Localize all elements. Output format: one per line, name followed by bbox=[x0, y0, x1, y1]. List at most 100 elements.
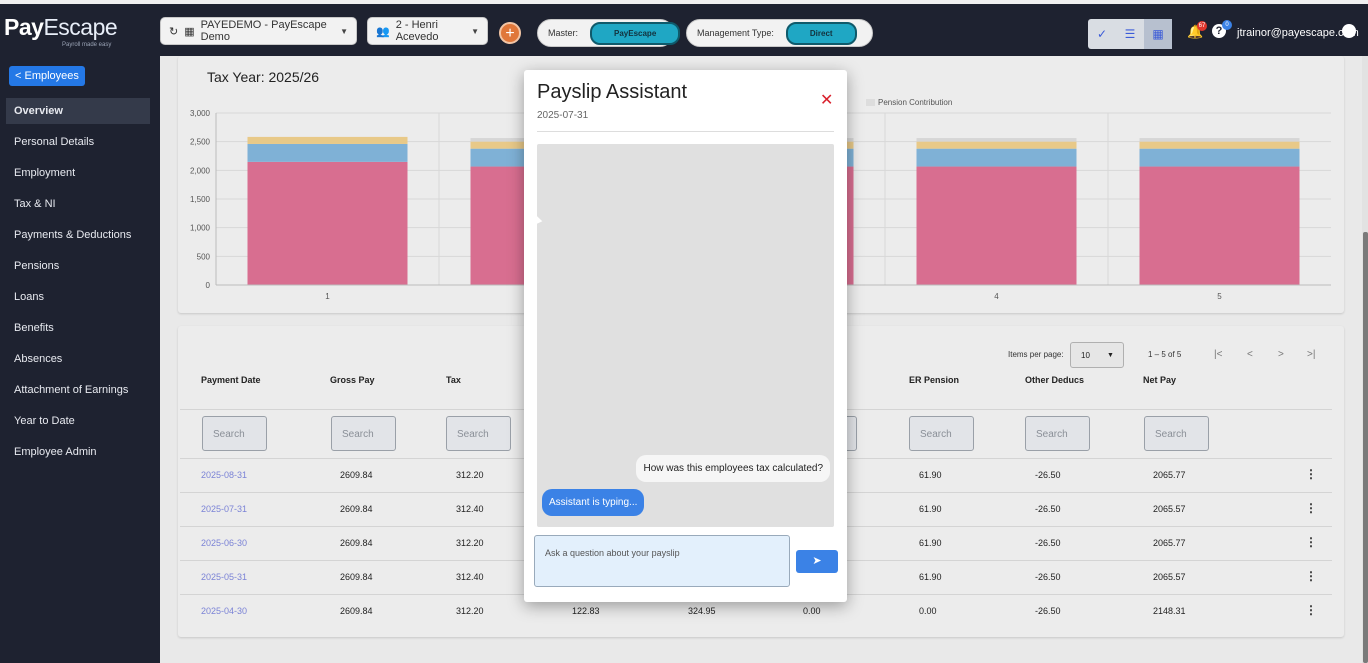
sidebar-item-benefits[interactable]: Benefits bbox=[6, 315, 150, 341]
header-er-pension[interactable]: ER Pension bbox=[909, 375, 959, 385]
employee-select-value: 2 - Henri Acevedo bbox=[395, 19, 439, 43]
chat-messages[interactable]: How was this employees tax calculated? A… bbox=[537, 144, 834, 527]
row-net-pay: 2065.77 bbox=[1153, 470, 1186, 480]
row-net-pay: 2148.31 bbox=[1153, 606, 1186, 616]
row-tax: 312.40 bbox=[456, 572, 484, 582]
row-menu-icon[interactable]: ⋮ bbox=[1305, 467, 1317, 481]
row-gross-pay: 2609.84 bbox=[340, 572, 373, 582]
row-other-deducs: -26.50 bbox=[1035, 538, 1061, 548]
header-net-pay[interactable]: Net Pay bbox=[1143, 375, 1176, 385]
row-net-pay: 2065.57 bbox=[1153, 572, 1186, 582]
last-page-icon[interactable]: >| bbox=[1307, 349, 1315, 360]
items-per-page-value: 10 bbox=[1081, 351, 1090, 360]
search-other-deducs[interactable]: Search bbox=[1025, 416, 1090, 451]
question-input[interactable]: Ask a question about your payslip bbox=[534, 535, 790, 587]
assistant-typing-bubble: Assistant is typing... bbox=[542, 489, 645, 516]
dialog-divider bbox=[537, 131, 834, 132]
dialog-subtitle: 2025-07-31 bbox=[537, 110, 589, 121]
search-payment-date[interactable]: Search bbox=[202, 416, 267, 451]
row-other-deducs: -26.50 bbox=[1035, 470, 1061, 480]
sidebar-item-overview[interactable]: Overview bbox=[6, 98, 150, 124]
header-other-deducs[interactable]: Other Deducs bbox=[1025, 375, 1084, 385]
bar-segment[interactable] bbox=[916, 138, 1077, 142]
bar-segment[interactable] bbox=[247, 136, 408, 144]
close-icon[interactable]: ✕ bbox=[820, 90, 833, 110]
prev-page-icon[interactable]: < bbox=[1247, 349, 1253, 360]
bar-segment[interactable] bbox=[916, 141, 1077, 149]
sidebar-item-attachment-of-earnings[interactable]: Attachment of Earnings bbox=[6, 377, 150, 403]
logo-wordmark: PayEscape bbox=[4, 14, 118, 40]
sidebar-item-year-to-date[interactable]: Year to Date bbox=[6, 408, 150, 434]
first-page-icon[interactable]: |< bbox=[1214, 349, 1222, 360]
row-payment-date[interactable]: 2025-04-30 bbox=[201, 606, 247, 616]
sidebar-item-employee-admin[interactable]: Employee Admin bbox=[6, 439, 150, 465]
back-to-employees-button[interactable]: < Employees bbox=[9, 66, 85, 86]
header-gross-pay[interactable]: Gross Pay bbox=[330, 375, 375, 385]
y-tick-label: 2,000 bbox=[190, 166, 211, 175]
payescape-logo[interactable]: PayEscape Payroll made easy bbox=[4, 12, 154, 52]
y-tick-label: 1,500 bbox=[190, 195, 211, 204]
sidebar-item-payments-deductions[interactable]: Payments & Deductions bbox=[6, 222, 150, 248]
chevron-down-icon: ▼ bbox=[340, 26, 348, 36]
employee-select[interactable]: 👥 2 - Henri Acevedo ▼ bbox=[367, 17, 488, 45]
search-net-pay[interactable]: Search bbox=[1144, 416, 1209, 451]
bar-segment[interactable] bbox=[247, 161, 408, 285]
sidebar-item-absences[interactable]: Absences bbox=[6, 346, 150, 372]
sidebar-item-pensions[interactable]: Pensions bbox=[6, 253, 150, 279]
bar-segment[interactable] bbox=[916, 148, 1077, 167]
sidebar: < Employees Overview Personal Details Em… bbox=[0, 56, 160, 663]
page-scrollbar-thumb[interactable] bbox=[1363, 232, 1368, 663]
user-email[interactable]: jtrainor@payescape.com bbox=[1237, 27, 1359, 39]
row-other-deducs: -26.50 bbox=[1035, 504, 1061, 514]
chevron-down-icon: ▼ bbox=[471, 26, 479, 36]
master-toggle[interactable]: Master: PayEscape bbox=[537, 19, 681, 47]
row-er-pension: 61.90 bbox=[919, 504, 942, 514]
account-icon[interactable] bbox=[1342, 24, 1356, 38]
y-tick-label: 2,500 bbox=[190, 138, 211, 147]
sidebar-item-loans[interactable]: Loans bbox=[6, 284, 150, 310]
next-page-icon[interactable]: > bbox=[1278, 349, 1284, 360]
master-value-chip[interactable]: PayEscape bbox=[590, 21, 681, 45]
items-per-page-select[interactable]: 10 ▼ bbox=[1070, 342, 1124, 368]
header-payment-date[interactable]: Payment Date bbox=[201, 375, 261, 385]
search-er-pension[interactable]: Search bbox=[909, 416, 974, 451]
row-other-deducs: -26.50 bbox=[1035, 606, 1061, 616]
bar-segment[interactable] bbox=[247, 143, 408, 162]
add-button[interactable]: + bbox=[499, 22, 521, 44]
list-view-icon[interactable]: ☰ bbox=[1116, 19, 1144, 49]
refresh-icon[interactable]: ↻ bbox=[169, 25, 178, 38]
search-tax[interactable]: Search bbox=[446, 416, 511, 451]
row-menu-icon[interactable]: ⋮ bbox=[1305, 501, 1317, 515]
y-tick-label: 3,000 bbox=[190, 109, 211, 118]
row-menu-icon[interactable]: ⋮ bbox=[1305, 569, 1317, 583]
master-label: Master: bbox=[548, 28, 579, 38]
bar-segment[interactable] bbox=[1139, 138, 1300, 142]
row-tax: 312.20 bbox=[456, 606, 484, 616]
header-tax[interactable]: Tax bbox=[446, 375, 461, 385]
row-tax: 312.40 bbox=[456, 504, 484, 514]
row-payment-date[interactable]: 2025-08-31 bbox=[201, 470, 247, 480]
company-select[interactable]: ↻ ▦ PAYEDEMO - PayEscape Demo ▼ bbox=[160, 17, 357, 45]
building-icon: ▦ bbox=[184, 25, 195, 38]
bar-segment[interactable] bbox=[1139, 141, 1300, 149]
sidebar-item-tax-ni[interactable]: Tax & NI bbox=[6, 191, 150, 217]
bar-segment[interactable] bbox=[1139, 148, 1300, 167]
send-button[interactable]: ➤ bbox=[796, 550, 838, 573]
sidebar-item-employment[interactable]: Employment bbox=[6, 160, 150, 186]
y-tick-label: 0 bbox=[206, 281, 211, 290]
search-gross-pay[interactable]: Search bbox=[331, 416, 396, 451]
management-type-chip[interactable]: Direct bbox=[785, 21, 857, 45]
row-menu-icon[interactable]: ⋮ bbox=[1305, 603, 1317, 617]
row-payment-date[interactable]: 2025-06-30 bbox=[201, 538, 247, 548]
row-payment-date[interactable]: 2025-05-31 bbox=[201, 572, 247, 582]
row-payment-date[interactable]: 2025-07-31 bbox=[201, 504, 247, 514]
bar-segment[interactable] bbox=[1139, 166, 1300, 285]
management-type-toggle[interactable]: Management Type: Direct bbox=[686, 19, 873, 47]
bar-segment[interactable] bbox=[916, 166, 1077, 285]
row-er-pension: 61.90 bbox=[919, 470, 942, 480]
sidebar-item-personal-details[interactable]: Personal Details bbox=[6, 129, 150, 155]
check-icon[interactable]: ✓ bbox=[1088, 19, 1116, 49]
row-menu-icon[interactable]: ⋮ bbox=[1305, 535, 1317, 549]
y-tick-label: 500 bbox=[197, 252, 211, 261]
grid-view-icon[interactable]: ▦ bbox=[1144, 19, 1172, 49]
